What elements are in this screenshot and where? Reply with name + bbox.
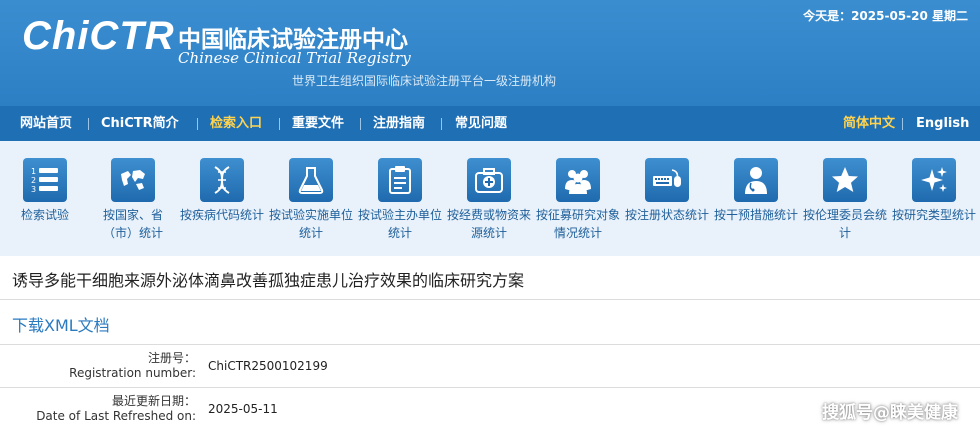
field-label-en: Registration number: xyxy=(69,366,196,380)
icon-item-ethics[interactable]: 按伦理委员会统计 xyxy=(800,141,890,242)
globe-map-icon xyxy=(111,158,155,202)
field-label-cn: 最近更新日期： xyxy=(111,394,196,408)
icon-label: 按试验实施单位统计 xyxy=(268,208,353,240)
site-header: ChiCTR 中国临床试验注册中心 Chinese Clinical Trial… xyxy=(0,0,980,106)
nav-divider xyxy=(279,118,280,130)
icon-label: 按研究类型统计 xyxy=(891,208,976,222)
icon-item-country[interactable]: 按国家、省（市）统计 xyxy=(88,141,178,242)
icon-item-search[interactable]: 123 检索试验 xyxy=(0,141,90,224)
people-icon xyxy=(556,158,600,202)
nav-home[interactable]: 网站首页 xyxy=(20,106,72,141)
main-nav: 网站首页 ChiCTR简介 检索入口 重要文件 注册指南 常见问题 简体中文 E… xyxy=(0,106,980,141)
svg-text:3: 3 xyxy=(31,185,36,194)
field-label: 最近更新日期： Date of Last Refreshed on: xyxy=(36,394,196,424)
lang-english[interactable]: English xyxy=(916,106,969,141)
icon-item-sponsor[interactable]: 按试验主办单位统计 xyxy=(355,141,445,242)
site-title-en: Chinese Clinical Trial Registry xyxy=(178,49,411,67)
icon-label: 按疾病代码统计 xyxy=(179,208,264,222)
keyboard-mouse-icon xyxy=(645,158,689,202)
statistics-icon-bar: 123 检索试验 按国家、省（市）统计 按疾病代码统计 按试验实施单位统计 按试… xyxy=(0,141,980,256)
flask-icon xyxy=(289,158,333,202)
icon-item-disease[interactable]: 按疾病代码统计 xyxy=(177,141,267,224)
icon-label: 按征募研究对象情况统计 xyxy=(535,208,620,240)
trial-title: 诱导多能干细胞来源外泌体滴鼻改善孤独症患儿治疗效果的临床研究方案 xyxy=(12,271,525,290)
nav-faq[interactable]: 常见问题 xyxy=(455,106,507,141)
nav-divider xyxy=(88,118,89,130)
nav-divider xyxy=(197,118,198,130)
lang-chinese[interactable]: 简体中文 xyxy=(843,106,895,141)
icon-label: 按注册状态统计 xyxy=(624,208,709,222)
chictr-logo[interactable]: ChiCTR xyxy=(22,14,175,59)
last-refreshed-value: 2025-05-11 xyxy=(208,402,278,416)
icon-label: 检索试验 xyxy=(20,208,69,222)
field-label-cn: 注册号： xyxy=(147,351,196,365)
svg-text:1: 1 xyxy=(31,167,36,176)
icon-label: 按经费或物资来源统计 xyxy=(446,208,531,240)
nav-guide[interactable]: 注册指南 xyxy=(373,106,425,141)
field-row-registration-number: 注册号： Registration number: ChiCTR25001021… xyxy=(0,344,980,387)
list-icon: 123 xyxy=(23,158,67,202)
medical-kit-icon xyxy=(467,158,511,202)
download-xml-link[interactable]: 下载XML文档 xyxy=(12,312,110,336)
nav-search[interactable]: 检索入口 xyxy=(210,106,262,141)
who-subtitle: 世界卫生组织国际临床试验注册平台一级注册机构 xyxy=(292,74,557,88)
star-icon xyxy=(823,158,867,202)
nav-about[interactable]: ChiCTR简介 xyxy=(101,106,179,141)
trial-title-row: 诱导多能干细胞来源外泌体滴鼻改善孤独症患儿治疗效果的临床研究方案 xyxy=(0,259,980,300)
registration-number-value: ChiCTR2500102199 xyxy=(208,359,328,373)
nav-divider xyxy=(902,118,903,130)
today-date: 今天是：2025-05-20 星期二 xyxy=(803,9,968,23)
field-label: 注册号： Registration number: xyxy=(69,351,196,381)
icon-item-status[interactable]: 按注册状态统计 xyxy=(622,141,712,224)
doctor-icon xyxy=(734,158,778,202)
icon-label: 按国家、省（市）统计 xyxy=(102,208,163,240)
nav-documents[interactable]: 重要文件 xyxy=(292,106,344,141)
icon-item-recruitment[interactable]: 按征募研究对象情况统计 xyxy=(533,141,623,242)
icon-label: 按试验主办单位统计 xyxy=(357,208,442,240)
nav-divider xyxy=(360,118,361,130)
nav-divider xyxy=(441,118,442,130)
icon-item-funding[interactable]: 按经费或物资来源统计 xyxy=(444,141,534,242)
icon-label: 按干预措施统计 xyxy=(713,208,798,222)
dna-icon xyxy=(200,158,244,202)
icon-label: 按伦理委员会统计 xyxy=(802,208,887,240)
sohu-watermark: 搜狐号@睐美健康 xyxy=(822,403,958,423)
field-label-en: Date of Last Refreshed on: xyxy=(36,409,196,423)
clipboard-icon xyxy=(378,158,422,202)
icon-item-intervention[interactable]: 按干预措施统计 xyxy=(711,141,801,224)
icon-item-study-type[interactable]: 按研究类型统计 xyxy=(889,141,979,224)
icon-item-implementer[interactable]: 按试验实施单位统计 xyxy=(266,141,356,242)
svg-text:2: 2 xyxy=(31,176,36,185)
sparkle-icon xyxy=(912,158,956,202)
